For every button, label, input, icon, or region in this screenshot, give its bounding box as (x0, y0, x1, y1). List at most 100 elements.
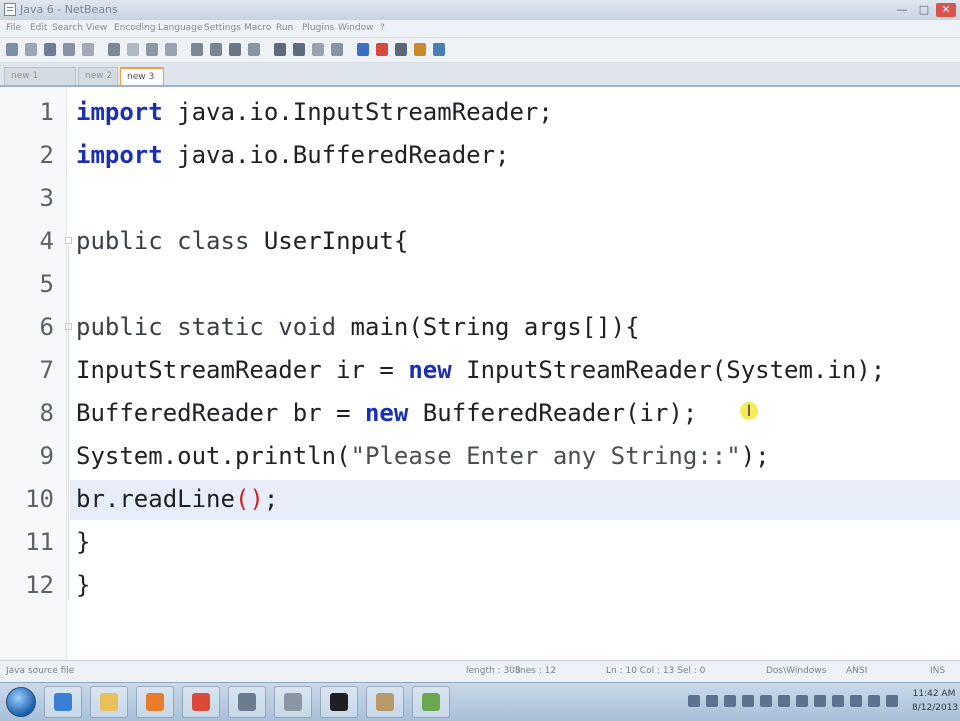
run-icon[interactable] (433, 43, 445, 56)
open-file-icon[interactable] (25, 43, 37, 56)
status-eol: Dos\Windows (766, 666, 827, 676)
status-length: length : 308 (466, 666, 521, 676)
tab-new-1[interactable]: new 1 (4, 67, 76, 85)
clock[interactable]: 11:42 AM 8/12/2013 (912, 687, 958, 717)
print-icon[interactable] (108, 43, 120, 56)
app-icon (4, 3, 16, 16)
start-button[interactable] (6, 687, 36, 717)
code-line[interactable]: import java.io.BufferedReader; (76, 140, 509, 170)
taskbar-button-media-player[interactable] (136, 686, 174, 718)
replace-icon[interactable] (248, 43, 260, 56)
clock-time: 11:42 AM (912, 689, 956, 699)
display-icon[interactable] (868, 695, 880, 707)
wrap-icon[interactable] (312, 43, 324, 56)
macro-stop-icon[interactable] (395, 43, 407, 56)
info-icon[interactable] (886, 695, 898, 707)
menu-item-window[interactable]: Window (338, 23, 374, 33)
taskbar-button-notepad[interactable] (274, 686, 312, 718)
toolbar (0, 38, 960, 63)
menu-item-encoding[interactable]: Encoding (114, 23, 155, 33)
fold-toggle-icon[interactable] (65, 237, 72, 244)
code-token: } (76, 528, 91, 556)
code-token: ; (263, 485, 279, 513)
taskbar-button-app[interactable] (228, 686, 266, 718)
macro-play-icon[interactable] (414, 43, 426, 56)
code-line[interactable]: InputStreamReader ir = new InputStreamRe… (76, 355, 885, 385)
save-all-icon[interactable] (63, 43, 75, 56)
battery-icon[interactable] (760, 695, 772, 707)
zoom-out-icon[interactable] (293, 43, 305, 56)
menu-item-run[interactable]: Run (276, 23, 293, 33)
menu-item-language[interactable]: Language (158, 23, 202, 33)
terminal-icon (330, 693, 348, 711)
maximize-button[interactable]: □ (914, 3, 934, 17)
tab-new-2[interactable]: new 2 (78, 67, 118, 85)
code-token: public static void (76, 313, 337, 341)
code-token: } (76, 571, 91, 599)
code-line[interactable]: public class UserInput{ (76, 226, 408, 256)
taskbar-button-chrome[interactable] (182, 686, 220, 718)
sync-icon[interactable] (832, 695, 844, 707)
status-file-type: Java source file (6, 666, 75, 676)
volume-icon[interactable] (742, 695, 754, 707)
line-number: 11 (25, 528, 54, 556)
code-line[interactable]: } (76, 570, 90, 600)
new-file-icon[interactable] (6, 43, 18, 56)
macro-record-icon[interactable] (376, 43, 388, 56)
cut-icon[interactable] (127, 43, 139, 56)
zoom-in-icon[interactable] (274, 43, 286, 56)
power-icon[interactable] (850, 695, 862, 707)
keyword-token: new (408, 356, 452, 384)
update-icon[interactable] (796, 695, 808, 707)
close-icon[interactable] (82, 43, 94, 56)
menu-item-file[interactable]: File (6, 23, 21, 33)
code-line[interactable]: import java.io.InputStreamReader; (76, 97, 553, 127)
code-line[interactable]: public static void main(String args[]){ (76, 312, 640, 342)
internet-explorer-icon (54, 693, 72, 711)
menu-item-help[interactable]: ? (380, 23, 385, 33)
taskbar-button-paint[interactable] (412, 686, 450, 718)
menu-item-macro[interactable]: Macro (244, 23, 271, 33)
fold-guide (68, 246, 69, 600)
flag-icon[interactable] (706, 695, 718, 707)
line-number: 1 (39, 98, 54, 126)
tab-new-3[interactable]: new 3 (120, 67, 164, 85)
system-tray (680, 689, 910, 715)
code-token: br.readLine (76, 485, 235, 513)
code-editor[interactable]: 1 2 3 4 5 6 7 8 9 10 11 12 import java.io.InputStre… (0, 87, 960, 660)
copy-icon[interactable] (146, 43, 158, 56)
code-token: BufferedReader br = (76, 399, 365, 427)
network-icon[interactable] (724, 695, 736, 707)
menu-item-edit[interactable]: Edit (30, 23, 47, 33)
redo-icon[interactable] (210, 43, 222, 56)
close-button[interactable]: ✕ (936, 3, 956, 17)
menu-item-view[interactable]: View (86, 23, 107, 33)
code-line[interactable]: System.out.println("Please Enter any Str… (76, 441, 770, 471)
line-number: 6 (39, 313, 54, 341)
menu-item-search[interactable]: Search (52, 23, 83, 33)
paste-icon[interactable] (165, 43, 177, 56)
taskbar-button-internet-explorer[interactable] (44, 686, 82, 718)
undo-icon[interactable] (191, 43, 203, 56)
menu-item-plugins[interactable]: Plugins (302, 23, 334, 33)
taskbar-button-hourglass[interactable] (366, 686, 404, 718)
menu-item-settings[interactable]: Settings (204, 23, 241, 33)
find-icon[interactable] (229, 43, 241, 56)
taskbar-button-file-explorer[interactable] (90, 686, 128, 718)
language-icon[interactable] (814, 695, 826, 707)
status-position: Ln : 10 Col : 13 Sel : 0 (606, 666, 706, 676)
minimize-button[interactable]: — (892, 3, 912, 17)
code-token: ); (740, 442, 770, 470)
line-number: 8 (39, 399, 54, 427)
code-line[interactable]: br.readLine(); (76, 484, 278, 514)
code-line[interactable]: } (76, 527, 90, 557)
line-number-gutter: 1 2 3 4 5 6 7 8 9 10 11 12 (0, 87, 67, 660)
shield-icon[interactable] (778, 695, 790, 707)
taskbar-button-terminal[interactable] (320, 686, 358, 718)
indent-icon[interactable] (331, 43, 343, 56)
hourglass-icon (376, 693, 394, 711)
tray-up-arrow-icon[interactable] (688, 695, 700, 707)
code-line[interactable]: BufferedReader br = new BufferedReader(i… (76, 398, 697, 428)
bookmark-icon[interactable] (357, 43, 369, 56)
save-icon[interactable] (44, 43, 56, 56)
